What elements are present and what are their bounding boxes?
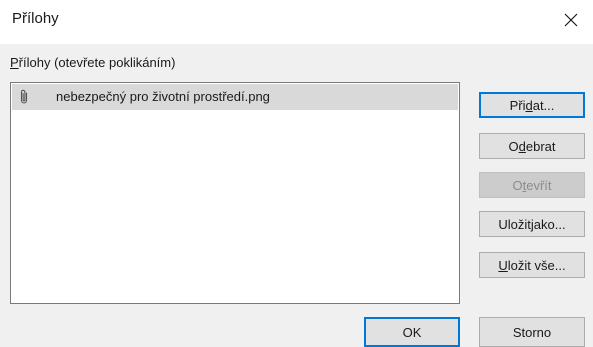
cancel-button[interactable]: Storno xyxy=(479,317,585,347)
open-button[interactable]: Ot evřít xyxy=(479,172,585,198)
attachment-name: nebezpečný pro životní prostředí.png xyxy=(56,89,270,104)
save-all-button-mnemonic: U xyxy=(498,257,508,273)
remove-button[interactable]: Od ebrat xyxy=(479,133,585,159)
save-as-button-label-end: ako... xyxy=(533,216,566,232)
dialog-title: Přílohy xyxy=(12,10,59,27)
title-bar: Přílohy xyxy=(0,0,593,44)
open-button-label-end: evřít xyxy=(526,177,552,193)
remove-button-label-start: O xyxy=(508,138,519,154)
remove-button-mnemonic: d xyxy=(518,138,526,154)
close-icon xyxy=(564,13,578,27)
attachments-listbox[interactable]: nebezpečný pro životní prostředí.png xyxy=(10,82,460,304)
save-as-button-label-start: Uložit xyxy=(498,216,531,232)
remove-button-label-end: ebrat xyxy=(525,138,556,154)
close-button[interactable] xyxy=(549,0,593,40)
save-all-button[interactable]: Uložit vše... xyxy=(479,252,585,278)
attachments-list-label: Přílohy (otevřete poklikáním) xyxy=(10,55,175,70)
add-button[interactable]: Při d at... xyxy=(479,92,585,118)
add-button-label-start: Při xyxy=(509,97,526,113)
save-as-button[interactable]: Uložit j ako... xyxy=(479,211,585,237)
add-button-mnemonic: d xyxy=(525,97,533,113)
open-button-label-start: O xyxy=(512,177,523,193)
save-all-button-label-end: ložit vše... xyxy=(507,257,566,273)
dialog-body: Přílohy (otevřete poklikáním) nebezpečný… xyxy=(0,44,593,347)
list-item[interactable]: nebezpečný pro životní prostředí.png xyxy=(12,84,458,110)
list-label-text: řílohy (otevřete poklikáním) xyxy=(18,55,176,70)
add-button-label-end: at... xyxy=(532,97,555,113)
ok-button[interactable]: OK xyxy=(364,317,460,347)
list-label-mnemonic: P xyxy=(10,55,19,70)
paperclip-icon xyxy=(20,89,28,104)
